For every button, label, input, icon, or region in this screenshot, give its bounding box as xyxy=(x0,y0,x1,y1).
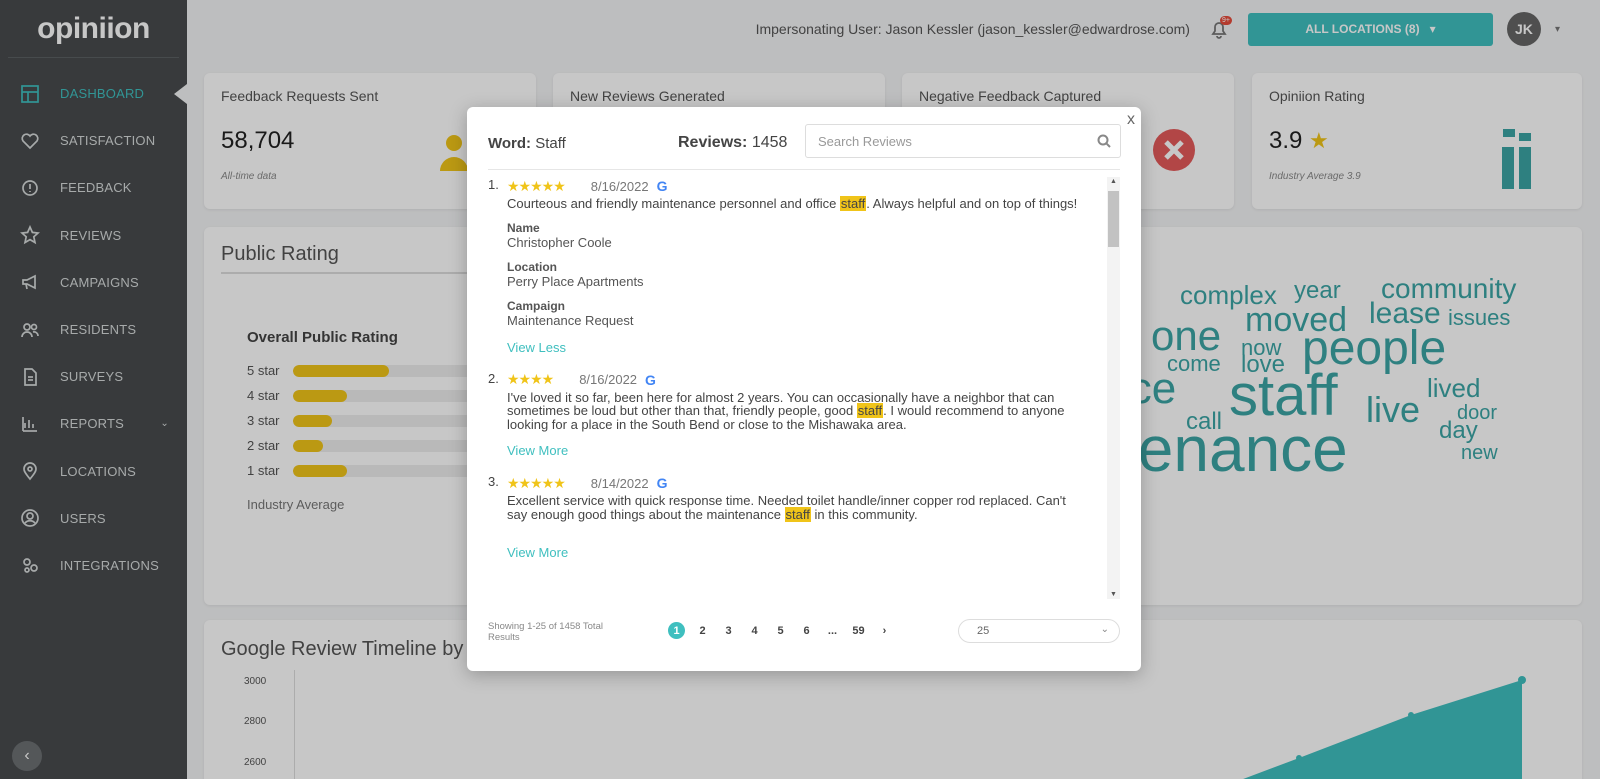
view-more-link[interactable]: View More xyxy=(507,545,1088,570)
google-icon: G xyxy=(645,371,656,388)
page-button[interactable]: 4 xyxy=(746,622,763,639)
chevron-down-icon: ⌄ xyxy=(1100,624,1109,635)
per-page-value: 25 xyxy=(977,625,990,637)
google-icon: G xyxy=(656,475,668,491)
next-page-button[interactable]: › xyxy=(876,622,893,639)
star-rating: ★★★★★ xyxy=(507,474,566,491)
view-more-link[interactable]: View More xyxy=(507,443,1088,468)
per-page-select[interactable]: 25 ⌄ xyxy=(958,619,1120,643)
search-reviews-input[interactable]: Search Reviews xyxy=(805,124,1121,158)
page-button[interactable]: 59 xyxy=(850,622,867,639)
search-icon xyxy=(1097,134,1111,148)
review-list-scrollbar[interactable]: ▲ ▼ xyxy=(1107,177,1120,599)
review-number: 1. xyxy=(488,177,499,192)
close-button[interactable]: x xyxy=(1127,111,1135,129)
page-button[interactable]: 3 xyxy=(720,622,737,639)
modal-review-count: Reviews: 1458 xyxy=(678,134,788,151)
search-placeholder: Search Reviews xyxy=(818,133,912,149)
page-button[interactable]: 6 xyxy=(798,622,815,639)
scroll-down-icon[interactable]: ▼ xyxy=(1110,591,1117,598)
page-button[interactable]: 1 xyxy=(668,622,685,639)
modal-word: Staff xyxy=(535,135,566,152)
results-summary: Showing 1-25 of 1458 Total Results xyxy=(488,621,603,643)
review-list: 1. ★★★★★ 8/16/2022 G Courteous and friendl… xyxy=(488,177,1088,599)
review-item: 3. ★★★★★ 8/14/2022 G Excellent service wit… xyxy=(488,474,1088,570)
review-item: 1. ★★★★★ 8/16/2022 G Courteous and friendl… xyxy=(488,177,1088,365)
review-number: 2. xyxy=(488,370,499,386)
modal-footer: Showing 1-25 of 1458 Total Results 1 2 3… xyxy=(488,611,1120,651)
review-campaign: Campaign Maintenance Request xyxy=(507,298,634,328)
word-reviews-modal: x Word: Staff Reviews: 1458 Search Revie… xyxy=(467,107,1141,671)
view-less-link[interactable]: View Less xyxy=(507,340,1088,365)
scrollbar-thumb[interactable] xyxy=(1108,191,1119,247)
star-rating: ★★★★ xyxy=(507,371,554,387)
pagination: 1 2 3 4 5 6 ... 59 › xyxy=(668,622,893,639)
page-button[interactable]: 2 xyxy=(694,622,711,639)
review-location: Location Perry Place Apartments xyxy=(507,259,644,289)
review-number: 3. xyxy=(488,474,499,489)
review-text: I've loved it so far, been here for almo… xyxy=(507,389,1065,432)
review-text: Courteous and friendly maintenance perso… xyxy=(507,196,1078,211)
scroll-up-icon[interactable]: ▲ xyxy=(1110,178,1117,185)
star-rating: ★★★★★ xyxy=(507,177,566,194)
review-date: 8/14/2022 xyxy=(590,475,649,491)
page-button[interactable]: 5 xyxy=(772,622,789,639)
review-name: Name Christopher Coole xyxy=(507,220,612,250)
review-date: 8/16/2022 xyxy=(590,178,649,194)
review-date: 8/16/2022 xyxy=(579,372,638,387)
divider xyxy=(488,169,1120,170)
modal-word-heading: Word: Staff xyxy=(488,135,566,152)
review-text: Excellent service with quick response ti… xyxy=(507,493,1066,522)
review-item: 2. ★★★★ 8/16/2022 G I've loved it so far, … xyxy=(488,371,1088,469)
google-icon: G xyxy=(656,178,668,194)
page-ellipsis: ... xyxy=(827,624,838,637)
